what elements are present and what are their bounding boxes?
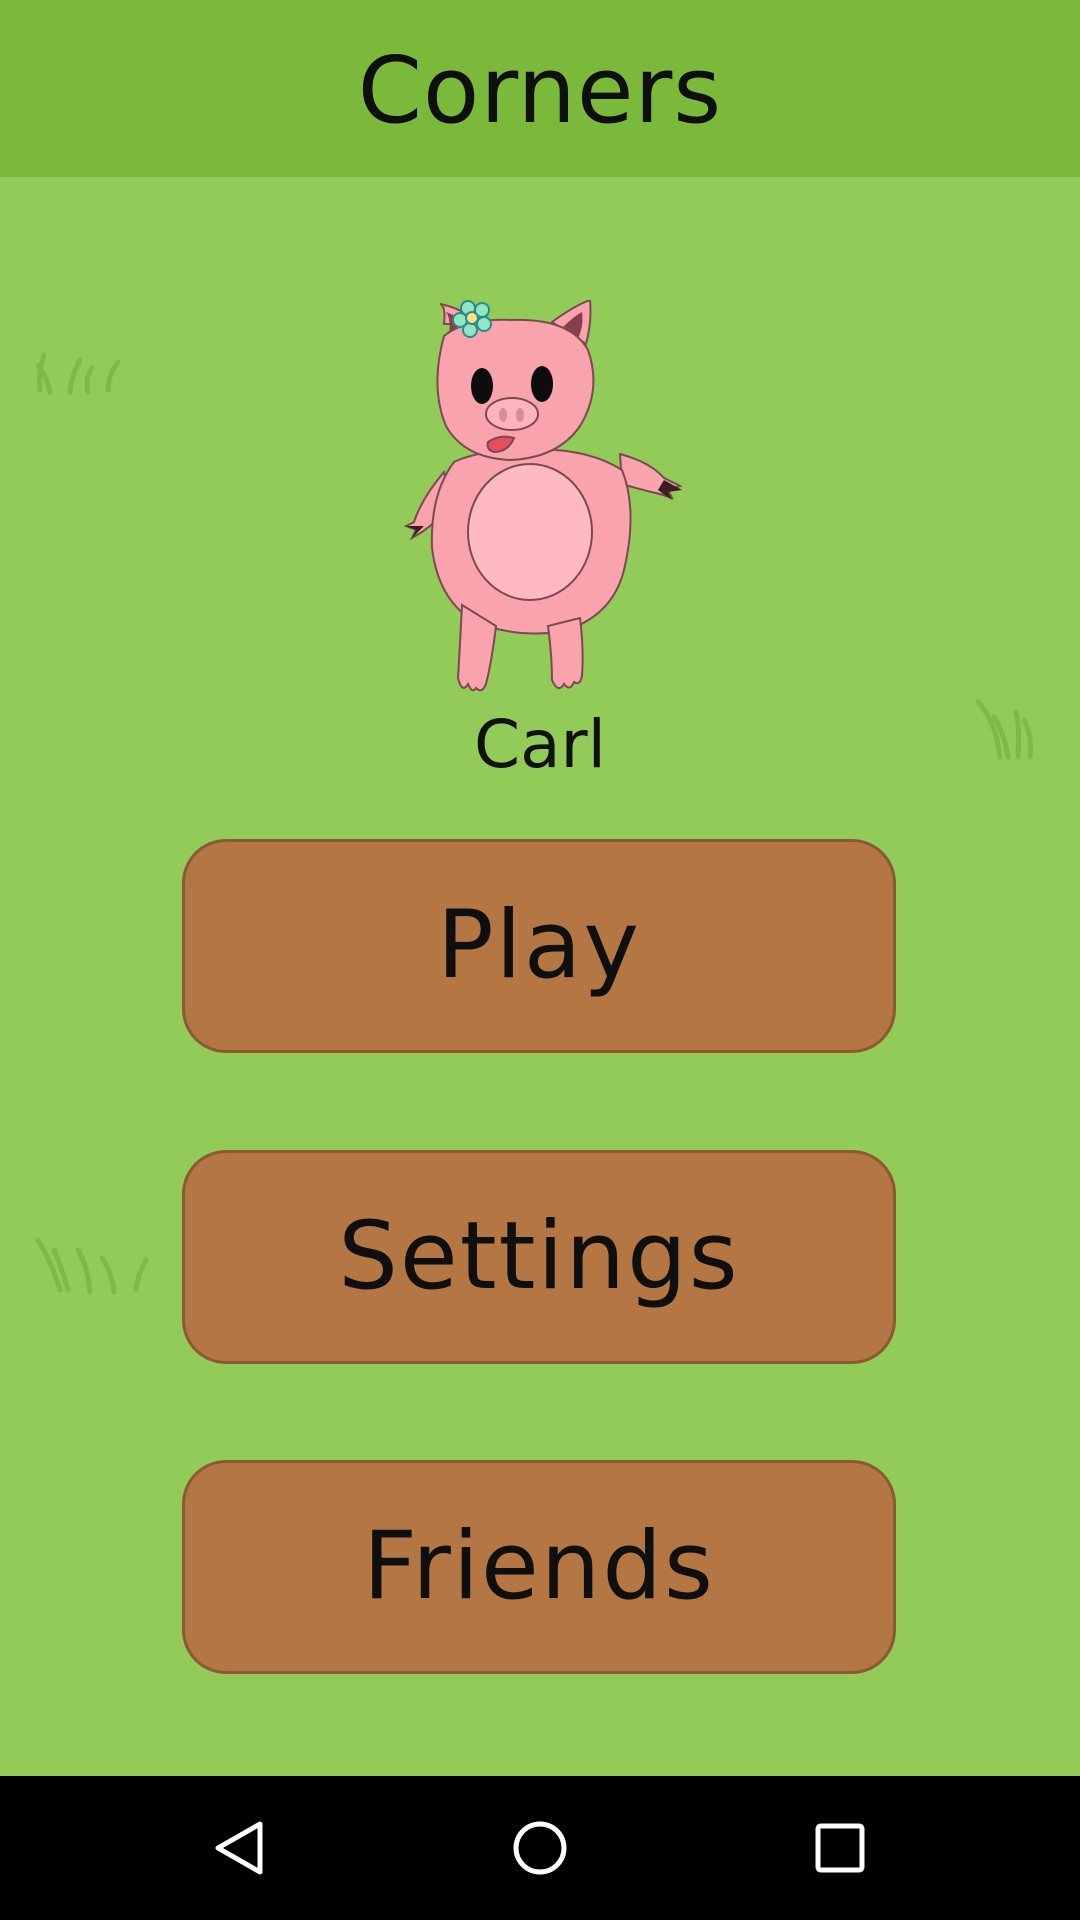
back-button[interactable] xyxy=(168,1776,312,1920)
recents-button[interactable] xyxy=(768,1776,912,1920)
back-triangle-icon xyxy=(215,1821,263,1875)
friends-button-label: Friends xyxy=(362,1512,716,1621)
play-button-label: Play xyxy=(436,891,642,1000)
grass-tuft-decoration xyxy=(35,352,121,395)
settings-button-label: Settings xyxy=(338,1202,740,1311)
recents-square-icon xyxy=(815,1823,865,1873)
home-circle-icon xyxy=(513,1821,567,1875)
main-menu-screen: Corners Carl Play Settings Friends xyxy=(0,0,1080,1920)
friends-button[interactable]: Friends xyxy=(182,1460,896,1674)
character-name: Carl xyxy=(474,706,606,783)
system-navigation-bar xyxy=(0,1776,1080,1920)
home-button[interactable] xyxy=(468,1776,612,1920)
play-button[interactable]: Play xyxy=(182,839,896,1053)
pig-character-icon xyxy=(403,300,683,692)
app-bar: Corners xyxy=(0,0,1080,177)
app-title: Corners xyxy=(357,36,723,144)
settings-button[interactable]: Settings xyxy=(182,1150,896,1364)
grass-tuft-decoration xyxy=(35,1237,149,1295)
